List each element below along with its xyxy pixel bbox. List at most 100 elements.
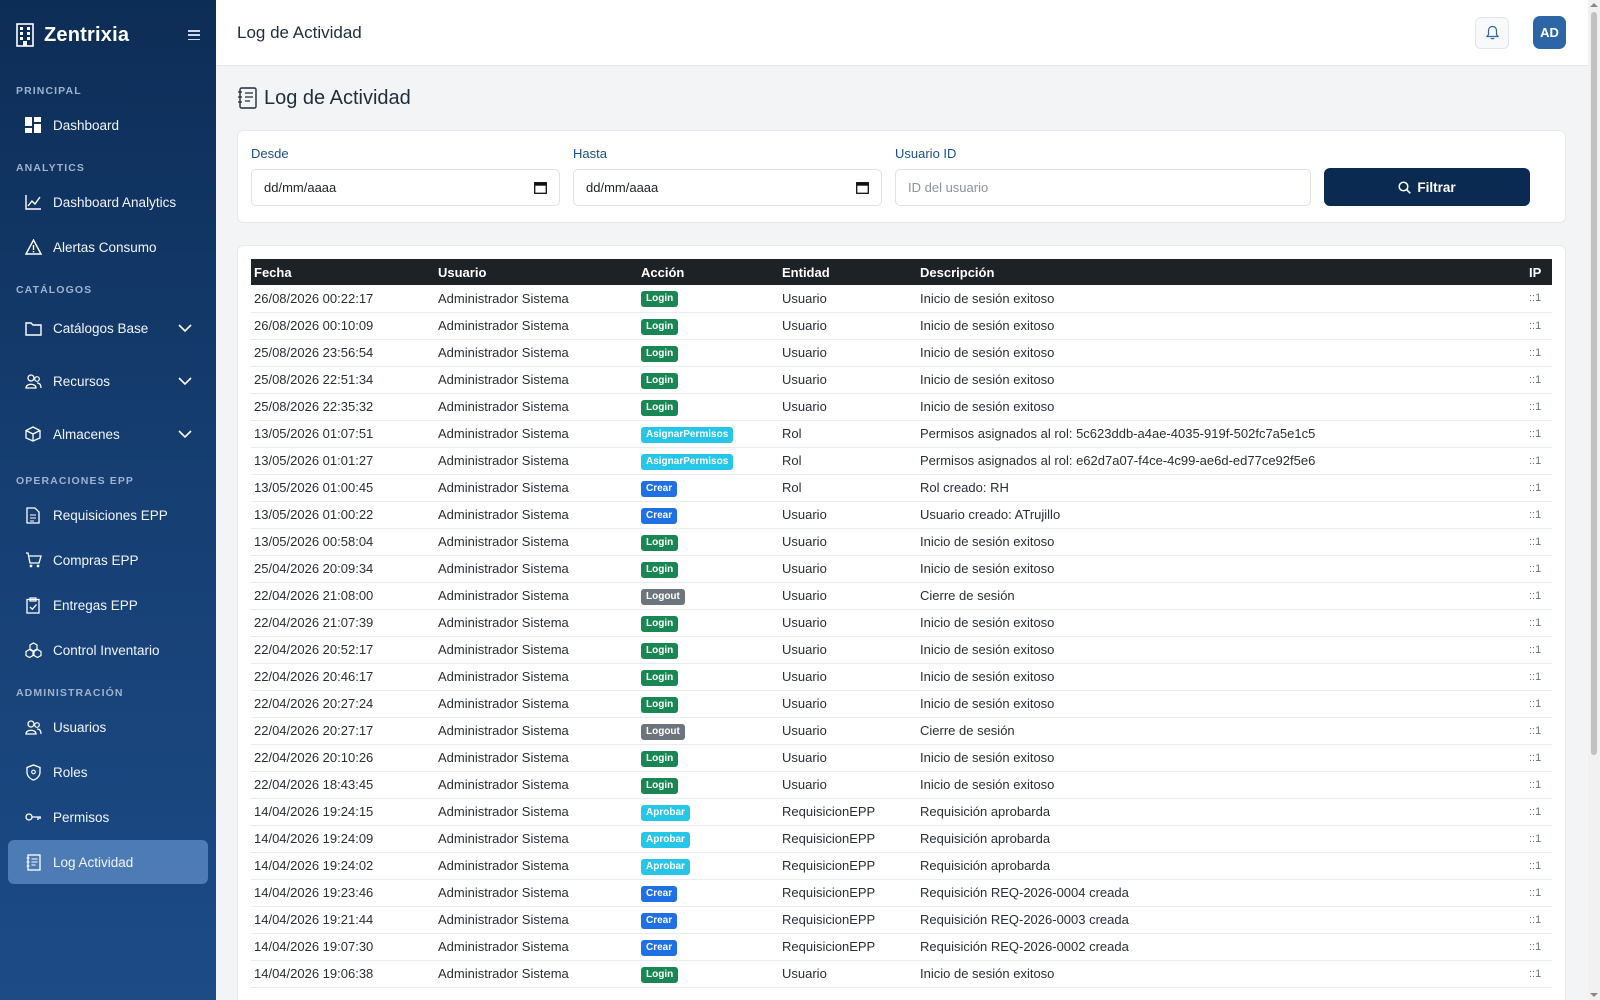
sidebar-item-dashboard[interactable]: Dashboard xyxy=(8,103,208,147)
cell-fecha: 14/04/2026 19:06:38 xyxy=(251,960,435,988)
column-header-entidad[interactable]: Entidad xyxy=(779,259,917,285)
desde-date-input[interactable]: dd/mm/aaaa xyxy=(251,169,560,206)
sidebar-item-control-inventario[interactable]: Control Inventario xyxy=(8,628,208,672)
sidebar-item-dashboard-analytics[interactable]: Dashboard Analytics xyxy=(8,180,208,224)
action-badge: Crear xyxy=(641,912,678,929)
user-avatar[interactable]: AD xyxy=(1533,16,1566,49)
table-row[interactable]: 26/08/2026 00:10:09 Administrador Sistema… xyxy=(251,312,1552,340)
sidebar-item-requisiciones-epp[interactable]: Requisiciones EPP xyxy=(8,493,208,537)
action-badge: Login xyxy=(641,318,679,335)
table-row[interactable]: 22/04/2026 20:27:17 Administrador Sistema… xyxy=(251,717,1552,745)
cell-ip: ::1 xyxy=(1526,501,1552,529)
cell-accion: Logout xyxy=(638,717,779,745)
sidebar-item-alertas-consumo[interactable]: Alertas Consumo xyxy=(8,225,208,269)
column-header-descripcion[interactable]: Descripción xyxy=(917,259,1526,285)
notifications-button[interactable] xyxy=(1475,16,1509,49)
cell-accion: Login xyxy=(638,636,779,664)
calendar-icon[interactable] xyxy=(534,181,547,194)
table-body: 26/08/2026 00:22:17 Administrador Sistema… xyxy=(251,285,1552,988)
action-badge: Login xyxy=(641,669,679,686)
warning-icon xyxy=(24,238,42,256)
column-header-usuario[interactable]: Usuario xyxy=(435,259,638,285)
table-row[interactable]: 25/04/2026 20:09:34 Administrador Sistema… xyxy=(251,555,1552,583)
cell-entidad: Rol xyxy=(779,474,917,502)
action-badge: Login xyxy=(641,777,679,794)
cell-ip: ::1 xyxy=(1526,474,1552,502)
usuario-id-input[interactable]: ID del usuario xyxy=(895,169,1311,206)
cell-accion: Crear xyxy=(638,879,779,907)
cell-descripcion: Inicio de sesión exitoso xyxy=(917,285,1526,313)
table-row[interactable]: 22/04/2026 18:43:45 Administrador Sistema… xyxy=(251,771,1552,799)
action-badge: Logout xyxy=(641,723,685,740)
cell-accion: Login xyxy=(638,609,779,637)
filter-button[interactable]: Filtrar xyxy=(1324,168,1530,206)
table-row[interactable]: 22/04/2026 20:46:17 Administrador Sistema… xyxy=(251,663,1552,691)
column-header-fecha[interactable]: Fecha xyxy=(251,259,435,285)
table-row[interactable]: 14/04/2026 19:24:15 Administrador Sistema… xyxy=(251,798,1552,826)
header-title: Log de Actividad xyxy=(237,22,362,42)
sidebar-item-recursos[interactable]: Recursos xyxy=(8,355,208,407)
cell-accion: Login xyxy=(638,339,779,367)
action-badge: Aprobar xyxy=(641,858,690,875)
sidebar-item-catalogos-base[interactable]: Catálogos Base xyxy=(8,302,208,354)
table-row[interactable]: 13/05/2026 01:01:27 Administrador Sistema… xyxy=(251,447,1552,475)
table-row[interactable]: 14/04/2026 19:24:02 Administrador Sistema… xyxy=(251,852,1552,880)
sidebar-item-compras-epp[interactable]: Compras EPP xyxy=(8,538,208,582)
sidebar-item-label: Dashboard xyxy=(53,117,120,133)
section-title-operaciones-epp: OPERACIONES EPP xyxy=(16,475,135,487)
page-scrollbar[interactable] xyxy=(1588,0,1600,1000)
chevron-down-icon[interactable] xyxy=(178,374,192,388)
scrollbar-thumb[interactable] xyxy=(1591,12,1597,755)
cell-entidad: RequisicionEPP xyxy=(779,933,917,961)
cell-ip: ::1 xyxy=(1526,798,1552,826)
table-row[interactable]: 26/08/2026 00:22:17 Administrador Sistema… xyxy=(251,285,1552,313)
action-badge: Login xyxy=(641,291,679,308)
column-header-accion[interactable]: Acción xyxy=(638,259,779,285)
cell-usuario: Administrador Sistema xyxy=(435,447,638,475)
usuario-id-placeholder: ID del usuario xyxy=(908,180,989,195)
sidebar-item-usuarios[interactable]: Usuarios xyxy=(8,705,208,749)
table-row[interactable]: 22/04/2026 20:27:24 Administrador Sistema… xyxy=(251,690,1552,718)
sidebar-item-entregas-epp[interactable]: Entregas EPP xyxy=(8,583,208,627)
table-row[interactable]: 14/04/2026 19:06:38 Administrador Sistema… xyxy=(251,960,1552,988)
hasta-date-input[interactable]: dd/mm/aaaa xyxy=(573,169,882,206)
table-row[interactable]: 22/04/2026 21:08:00 Administrador Sistema… xyxy=(251,582,1552,610)
sidebar-item-roles[interactable]: Roles xyxy=(8,750,208,794)
cell-accion: Aprobar xyxy=(638,852,779,880)
table-row[interactable]: 22/04/2026 21:07:39 Administrador Sistema… xyxy=(251,609,1552,637)
table-row[interactable]: 13/05/2026 00:58:04 Administrador Sistema… xyxy=(251,528,1552,556)
table-row[interactable]: 25/08/2026 23:56:54 Administrador Sistema… xyxy=(251,339,1552,367)
table-row[interactable]: 14/04/2026 19:07:30 Administrador Sistema… xyxy=(251,933,1552,961)
activity-log-card: Fecha Usuario Acción Entidad Descripción… xyxy=(237,245,1566,1000)
cell-accion: AsignarPermisos xyxy=(638,420,779,448)
table-row[interactable]: 25/08/2026 22:35:32 Administrador Sistema… xyxy=(251,393,1552,421)
cell-entidad: Usuario xyxy=(779,285,917,313)
table-row[interactable]: 14/04/2026 19:23:46 Administrador Sistema… xyxy=(251,879,1552,907)
cell-entidad: Usuario xyxy=(779,339,917,367)
column-header-ip[interactable]: IP xyxy=(1526,259,1552,285)
table-row[interactable]: 13/05/2026 01:00:45 Administrador Sistema… xyxy=(251,474,1552,502)
cell-descripcion: Inicio de sesión exitoso xyxy=(917,528,1526,556)
table-row[interactable]: 13/05/2026 01:07:51 Administrador Sistema… xyxy=(251,420,1552,448)
cell-accion: Login xyxy=(638,285,779,313)
table-row[interactable]: 25/08/2026 22:51:34 Administrador Sistema… xyxy=(251,366,1552,394)
action-badge: Login xyxy=(641,372,679,389)
chevron-down-icon[interactable] xyxy=(178,321,192,335)
sidebar-item-almacenes[interactable]: Almacenes xyxy=(8,408,208,460)
table-row[interactable]: 14/04/2026 19:21:44 Administrador Sistema… xyxy=(251,906,1552,934)
chevron-down-icon[interactable] xyxy=(178,427,192,441)
menu-toggle-icon[interactable] xyxy=(188,30,200,40)
table-row[interactable]: 14/04/2026 19:24:09 Administrador Sistema… xyxy=(251,825,1552,853)
table-row[interactable]: 13/05/2026 01:00:22 Administrador Sistema… xyxy=(251,501,1552,529)
sidebar-item-log-actividad[interactable]: Log Actividad xyxy=(8,840,208,884)
cell-usuario: Administrador Sistema xyxy=(435,501,638,529)
scroll-up-arrow-icon[interactable] xyxy=(1590,1,1598,9)
table-row[interactable]: 22/04/2026 20:10:26 Administrador Sistema… xyxy=(251,744,1552,772)
sidebar-item-permisos[interactable]: Permisos xyxy=(8,795,208,839)
calendar-icon[interactable] xyxy=(856,181,869,194)
people-icon xyxy=(24,372,42,390)
cell-ip: ::1 xyxy=(1526,420,1552,448)
table-row[interactable]: 22/04/2026 20:52:17 Administrador Sistema… xyxy=(251,636,1552,664)
cell-ip: ::1 xyxy=(1526,339,1552,367)
scroll-down-arrow-icon[interactable] xyxy=(1590,991,1598,999)
